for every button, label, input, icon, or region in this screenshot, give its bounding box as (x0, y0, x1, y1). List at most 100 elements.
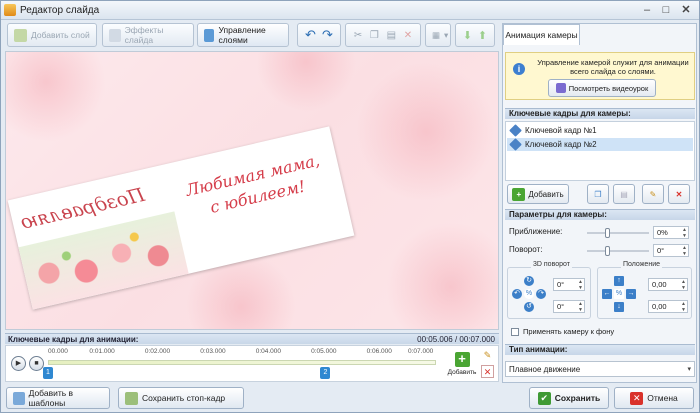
editor-toolbar: Добавить слой Эффекты слайда Управление … (5, 23, 496, 49)
watch-video-button[interactable]: Посмотреть видеоурок (548, 79, 656, 97)
list-item[interactable]: Ключевой кадр №2 (507, 138, 693, 151)
apply-camera-bg-checkbox[interactable] (511, 328, 519, 336)
slide-effects-label: Эффекты слайда (124, 25, 164, 45)
move-up-icon[interactable]: ↑ (614, 276, 624, 286)
info-box: i Управление камерой служит для анимации… (505, 52, 695, 100)
paste-keyframe-button[interactable]: ▤ (613, 184, 635, 204)
move-up-icon[interactable]: ⬆ (478, 29, 487, 42)
stop-button[interactable]: ■ (29, 356, 44, 371)
spin-arrows-icon: ▲ ▼ (681, 279, 686, 291)
maximize-icon[interactable]: □ (658, 3, 674, 17)
background-flower (386, 222, 498, 329)
app-icon (4, 4, 16, 16)
add-camera-keyframe-button[interactable]: + Добавить (507, 184, 569, 204)
manage-layers-label: Управление слоями (218, 25, 266, 45)
timeline: ▶ ■ 00.000 0:01.000 0:02.000 0:03.000 0:04.0… (5, 345, 499, 382)
animation-type-select[interactable]: Плавное движение ▾ (505, 361, 695, 377)
rotate-down-icon[interactable]: ↺ (524, 302, 534, 312)
move-down-icon[interactable]: ↓ (614, 302, 624, 312)
list-item[interactable]: Ключевой кадр №1 (507, 124, 693, 137)
add-keyframe-button[interactable]: + Добавить (447, 352, 477, 377)
rotate-slider[interactable] (587, 246, 649, 256)
keyframe-label: Ключевой кадр №2 (525, 140, 597, 149)
cut-icon[interactable]: ✂ (354, 30, 362, 41)
rotate3d-y-input[interactable]: 0° ▲ ▼ (553, 300, 585, 313)
cancel-button[interactable]: ✕ Отмена (614, 387, 694, 409)
time-tick: 0:05.000 (311, 348, 337, 355)
align-dropdown[interactable]: ▦ ▾ (425, 23, 451, 47)
check-icon: ✔ (537, 391, 551, 405)
slide-canvas[interactable]: Поздравляю Любимая мама, с юбилеем! (5, 51, 499, 330)
add-to-templates-button[interactable]: Добавить в шаблоны (6, 387, 110, 409)
time-tick: 0:02.000 (144, 348, 171, 355)
add-layer-button[interactable]: Добавить слой (7, 23, 97, 47)
manage-layers-button[interactable]: Управление слоями (197, 23, 289, 47)
time-tick: 0:07.000 (408, 348, 434, 355)
brush-icon: ✎ (649, 189, 657, 199)
camera-params-header: Параметры для камеры: (505, 209, 695, 220)
plus-icon (14, 28, 27, 42)
rotate-slider-handle[interactable] (605, 246, 610, 256)
undo-icon[interactable]: ↶ (305, 27, 316, 43)
save-button[interactable]: ✔ Сохранить (529, 387, 609, 409)
greeting-card-layer[interactable]: Поздравляю Любимая мама, с юбилеем! (7, 126, 355, 310)
redo-icon[interactable]: ↷ (322, 27, 333, 43)
save-frame-button[interactable]: Сохранить стоп-кадр (118, 387, 244, 409)
zoom-input[interactable]: 0% ▲ ▼ (653, 226, 689, 239)
rotate3d-title: 3D поворот (531, 261, 572, 268)
chevron-down-icon: ▾ (444, 29, 449, 40)
time-tick: 0:06.000 (366, 348, 392, 355)
copy-keyframe-button[interactable]: ❐ (587, 184, 609, 204)
move-right-icon[interactable]: → (626, 289, 636, 299)
layer-order-group: ⬇ ⬆ (455, 23, 495, 47)
add-keyframe-label: Добавить (447, 369, 477, 376)
reset-rotate-icon[interactable]: % (524, 289, 534, 299)
background-flower (356, 62, 496, 202)
paste-icon[interactable]: ▤ (387, 30, 396, 41)
keyframe-marker-1[interactable]: 1 (43, 367, 53, 379)
template-icon (13, 391, 25, 405)
animation-type-value: Плавное движение (509, 365, 581, 374)
rotate-input[interactable]: 0° ▲ ▼ (653, 244, 689, 257)
apply-camera-bg-label: Применять камеру к фону (523, 327, 615, 336)
delete-camera-keyframe-button[interactable]: ✕ (668, 184, 690, 204)
rotate3d-x-value: 0° (557, 280, 565, 289)
time-tick: 0:03.000 (200, 348, 226, 355)
delete-icon: ✕ (675, 189, 683, 199)
delete-keyframe-icon[interactable]: ✕ (481, 365, 494, 378)
position-y-input[interactable]: 0,00 ▲ ▼ (648, 300, 688, 313)
clean-keyframe-button[interactable]: ✎ (642, 184, 664, 204)
rotate3d-y-value: 0° (557, 302, 565, 311)
rotate-up-icon[interactable]: ↻ (524, 276, 534, 286)
play-button[interactable]: ▶ (11, 356, 26, 371)
timeline-track[interactable] (48, 360, 436, 365)
tab-camera-animation[interactable]: Анимация камеры (503, 24, 580, 45)
info-icon: i (513, 63, 525, 75)
slide-editor-window: Редактор слайда – □ ✕ Добавить слой Эффе… (0, 0, 700, 413)
minimize-icon[interactable]: – (639, 3, 655, 17)
cancel-label: Отмена (647, 393, 678, 403)
rotate-value: 0° (657, 246, 665, 255)
close-icon[interactable]: ✕ (678, 3, 694, 17)
reset-position-icon[interactable]: % (614, 289, 624, 299)
camera-panel: Анимация камеры i Управление камерой слу… (502, 23, 697, 383)
rotate3d-x-input[interactable]: 0° ▲ ▼ (553, 278, 585, 291)
slide-effects-button[interactable]: Эффекты слайда (102, 23, 194, 47)
spin-arrows-icon: ▲ ▼ (682, 245, 687, 257)
video-icon (555, 83, 566, 93)
position-x-input[interactable]: 0,00 ▲ ▼ (648, 278, 688, 291)
delete-icon[interactable]: ✕ (404, 30, 412, 41)
zoom-slider[interactable] (587, 228, 649, 238)
copy-icon[interactable]: ❐ (370, 30, 379, 41)
rotate-right-icon[interactable]: ↷ (536, 289, 546, 299)
title-bar: Редактор слайда – □ ✕ (1, 1, 699, 20)
zoom-slider-handle[interactable] (605, 228, 610, 238)
keyframe-marker-2[interactable]: 2 (320, 367, 331, 379)
edit-keyframe-icon[interactable]: ✎ (481, 349, 494, 362)
image-icon (125, 391, 138, 405)
move-down-icon[interactable]: ⬇ (463, 29, 472, 42)
move-left-icon[interactable]: ← (602, 289, 612, 299)
rotate-left-icon[interactable]: ↶ (512, 289, 522, 299)
position-y-value: 0,00 (652, 302, 667, 311)
save-label: Сохранить (554, 393, 601, 403)
